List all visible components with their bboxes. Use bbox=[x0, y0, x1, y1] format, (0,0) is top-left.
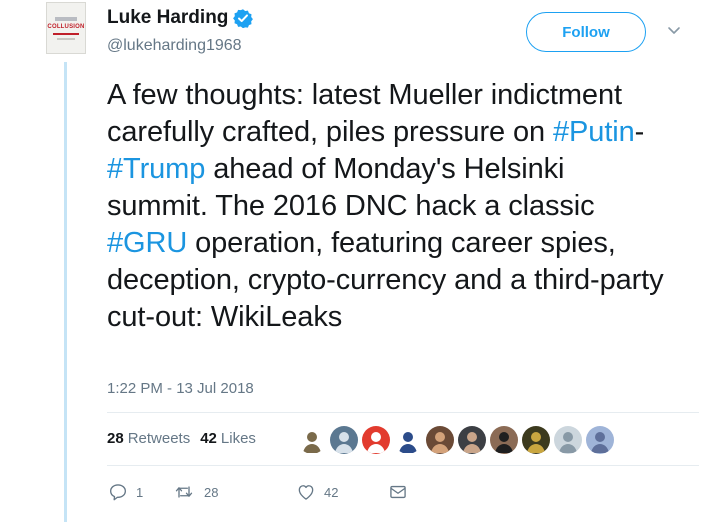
person-avatar[interactable] bbox=[458, 426, 486, 454]
book-cover-line bbox=[57, 37, 75, 40]
like-count: 42 bbox=[324, 484, 339, 500]
book-cover-stripe bbox=[55, 16, 77, 21]
likes-stat[interactable]: 42 Likes bbox=[200, 430, 256, 447]
default-avatar[interactable] bbox=[554, 426, 582, 454]
portrait-avatar[interactable] bbox=[426, 426, 454, 454]
retweet-icon bbox=[175, 486, 193, 498]
author-avatar[interactable]: COLLUSION bbox=[46, 2, 86, 54]
envelope-icon bbox=[390, 485, 406, 499]
retweets-stat-label: Retweets bbox=[127, 430, 191, 447]
drawing-avatar[interactable] bbox=[586, 426, 614, 454]
man-avatar[interactable] bbox=[490, 426, 518, 454]
heart-icon bbox=[298, 485, 314, 500]
verified-badge-icon bbox=[233, 9, 254, 28]
jet-avatar[interactable] bbox=[330, 426, 358, 454]
retweets-stat[interactable]: 28 Retweets bbox=[107, 430, 190, 447]
tweet-text: A few thoughts: latest Mueller indictmen… bbox=[107, 77, 667, 336]
chevron-down-icon[interactable] bbox=[667, 26, 681, 36]
divider bbox=[107, 412, 699, 413]
thread-line bbox=[64, 62, 67, 522]
statue-avatar[interactable] bbox=[298, 426, 326, 454]
retweet-count: 28 bbox=[204, 484, 219, 500]
follow-button[interactable]: Follow bbox=[526, 12, 646, 52]
avatar-book-title: COLLUSION bbox=[47, 23, 85, 30]
tweet-text-segment: - bbox=[634, 116, 645, 148]
likes-stat-count: 42 bbox=[200, 430, 217, 447]
book-cover-line bbox=[53, 32, 79, 35]
like-action[interactable]: 42 bbox=[296, 482, 388, 502]
author-name-row: Luke Harding bbox=[107, 7, 254, 29]
reply-icon bbox=[110, 484, 127, 501]
hashtag-link[interactable]: #GRU bbox=[107, 227, 187, 259]
emblem-avatar[interactable] bbox=[522, 426, 550, 454]
tweet-text-segment: A few thoughts: latest Mueller indictmen… bbox=[107, 79, 622, 148]
stats-row: 28 Retweets 42 Likes bbox=[107, 430, 266, 447]
tweet-text-segment: operation, featuring career spies, decep… bbox=[107, 227, 664, 333]
crest-avatar[interactable] bbox=[394, 426, 422, 454]
hashtag-link[interactable]: #Putin bbox=[553, 116, 635, 148]
reply-action[interactable]: 1 bbox=[108, 482, 172, 502]
red-face-avatar[interactable] bbox=[362, 426, 390, 454]
divider bbox=[107, 465, 699, 466]
likes-stat-label: Likes bbox=[220, 430, 256, 447]
author-handle[interactable]: @lukeharding1968 bbox=[107, 37, 242, 55]
tweet-timestamp[interactable]: 1:22 PM - 13 Jul 2018 bbox=[107, 380, 254, 397]
author-display-name[interactable]: Luke Harding bbox=[107, 7, 228, 29]
retweet-action[interactable]: 28 bbox=[172, 482, 296, 502]
reply-count: 1 bbox=[136, 484, 144, 500]
retweets-stat-count: 28 bbox=[107, 430, 124, 447]
hashtag-link[interactable]: #Trump bbox=[107, 153, 205, 185]
tweet-actions: 1 28 42 bbox=[108, 482, 408, 502]
liker-avatars bbox=[298, 426, 618, 454]
direct-message-action[interactable] bbox=[388, 482, 408, 502]
